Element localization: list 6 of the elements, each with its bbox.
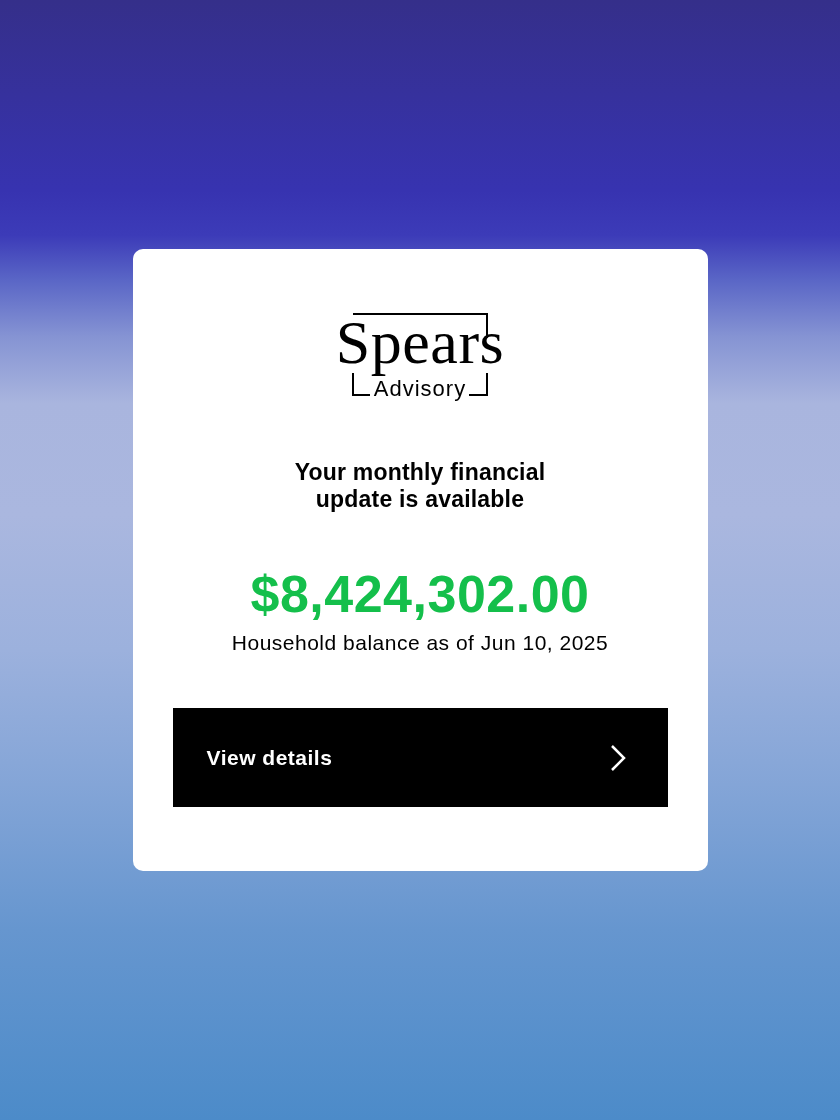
view-details-button[interactable]: View details — [172, 708, 668, 807]
logo: Spears Advisory — [336, 311, 504, 401]
balance-amount: $8,424,302.00 — [250, 564, 590, 624]
balance-caption: Household balance as of Jun 10, 2025 — [231, 630, 609, 656]
headline: Your monthly financial update is available — [293, 459, 547, 513]
chevron-right-icon — [609, 743, 626, 772]
